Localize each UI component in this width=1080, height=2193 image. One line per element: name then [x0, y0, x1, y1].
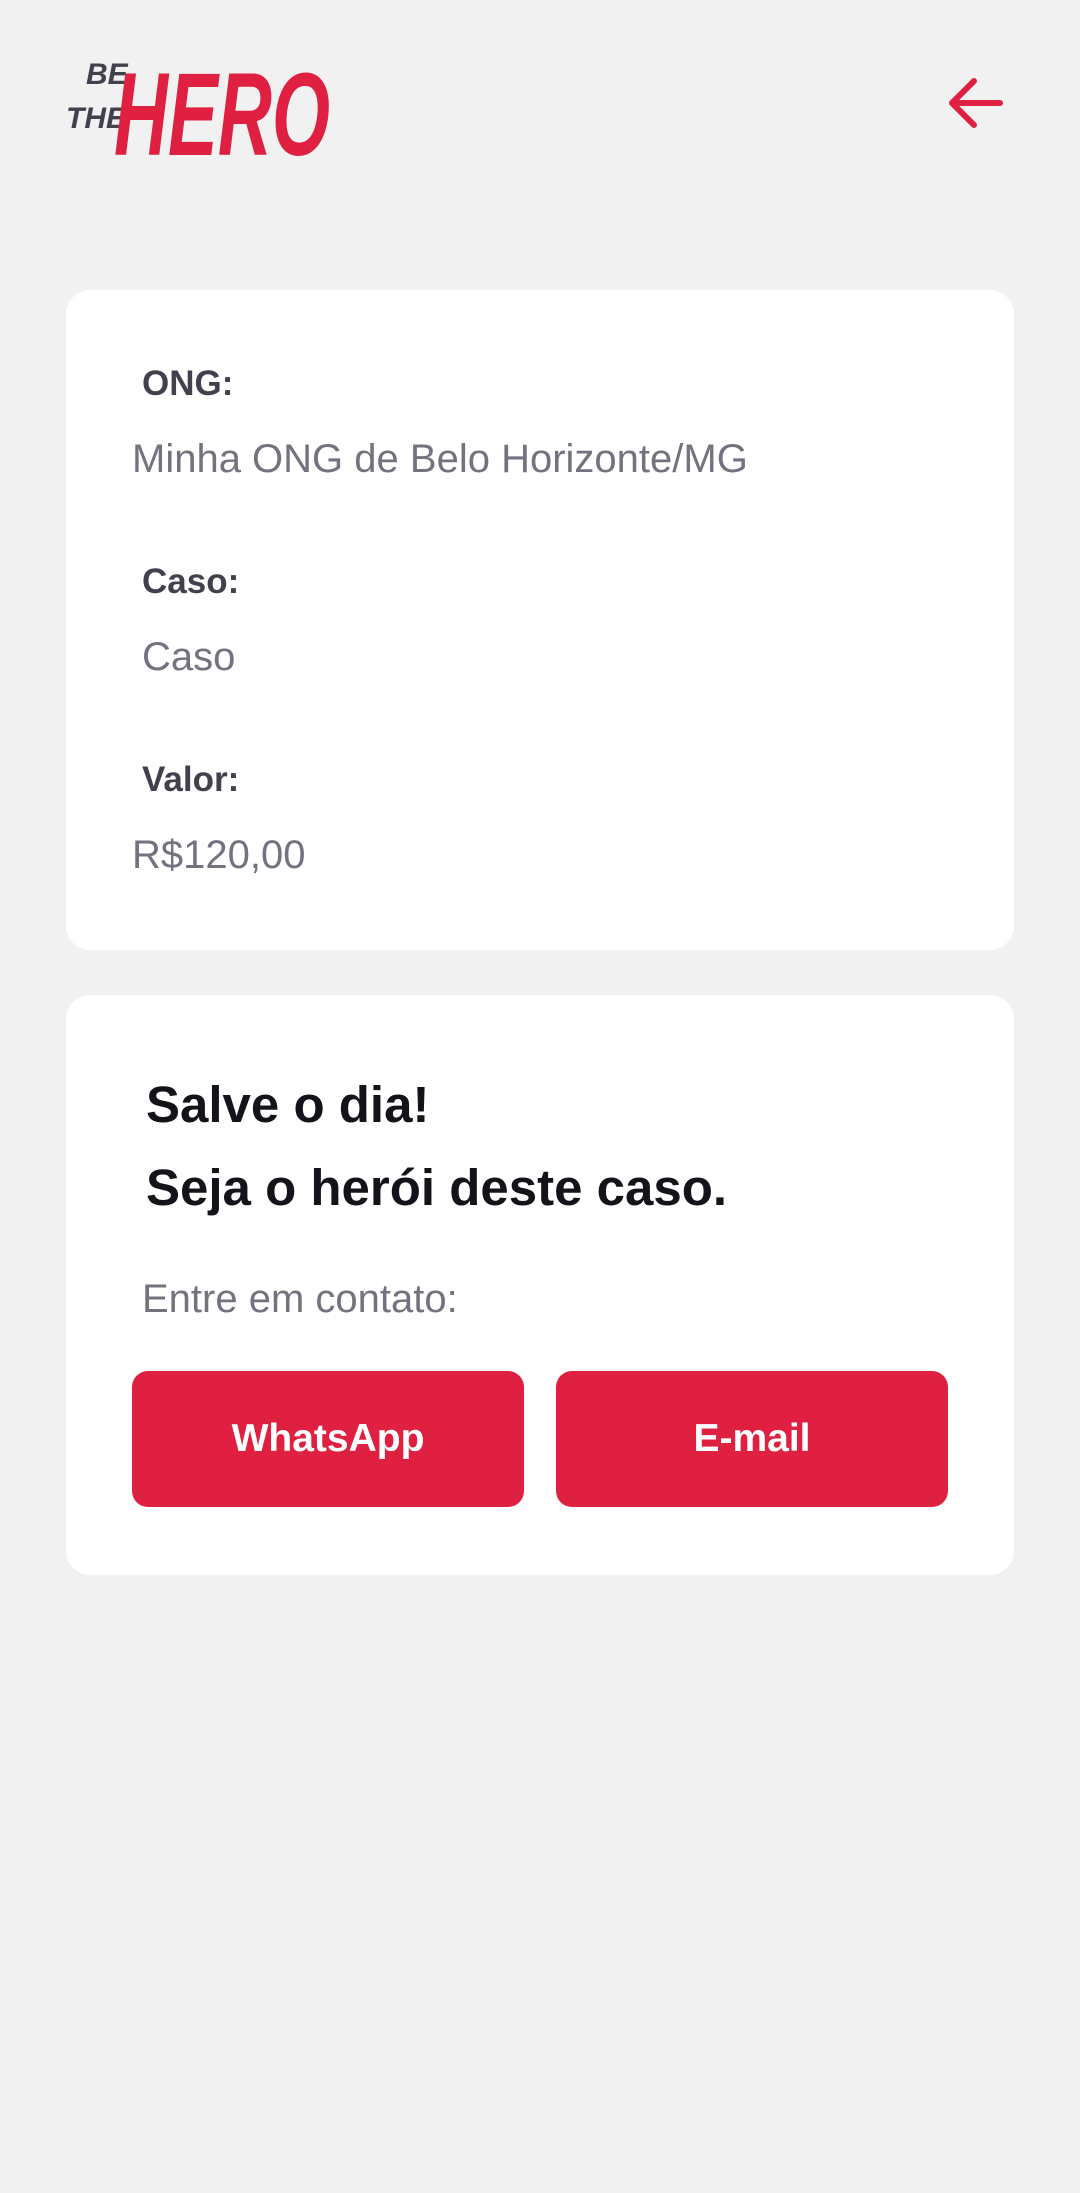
header: BE THE HERO	[0, 0, 1080, 210]
value-value: R$120,00	[132, 833, 306, 877]
contact-description: Entre em contato:	[142, 1277, 458, 1321]
case-value: Caso	[142, 635, 236, 679]
contact-title-line1: Salve o dia!	[146, 1076, 430, 1133]
email-button[interactable]: E-mail	[556, 1371, 948, 1507]
value-label: Valor:	[142, 760, 240, 799]
back-button[interactable]	[934, 66, 1016, 140]
contact-title-line2: Seja o herói deste caso.	[146, 1159, 728, 1216]
arrow-left-icon	[949, 78, 1003, 128]
be-the-hero-logo: BE THE HERO	[66, 49, 330, 162]
ong-label: ONG:	[142, 364, 234, 403]
logo-hero-text: HERO	[114, 49, 330, 162]
contact-card: Salve o dia! Seja o herói deste caso. En…	[66, 995, 1014, 1575]
whatsapp-button[interactable]: WhatsApp	[132, 1371, 524, 1507]
ong-value: Minha ONG de Belo Horizonte/MG	[132, 437, 748, 481]
case-label: Caso:	[142, 562, 240, 601]
incident-details-card: ONG: Minha ONG de Belo Horizonte/MG Caso…	[66, 290, 1014, 950]
